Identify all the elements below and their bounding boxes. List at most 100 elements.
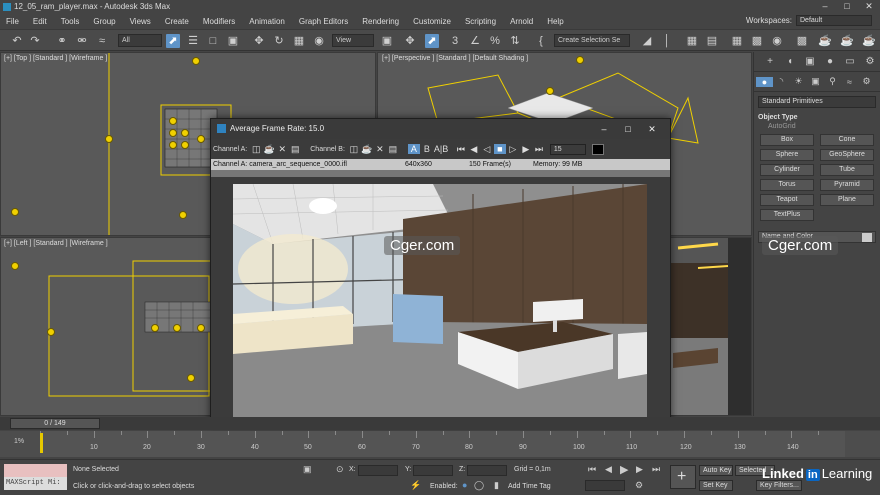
place-icon[interactable]: ◉ <box>312 34 326 48</box>
object-dot[interactable] <box>11 208 19 216</box>
object-dot[interactable] <box>181 141 189 149</box>
teapot-button[interactable]: Teapot <box>760 194 814 206</box>
close-channel-b-icon[interactable]: ✕ <box>374 144 386 155</box>
y-coord-field[interactable] <box>413 465 453 476</box>
motion-tab-icon[interactable]: ● <box>820 56 840 67</box>
object-dot[interactable] <box>546 87 554 95</box>
x-coord-field[interactable] <box>358 465 398 476</box>
go-to-start-icon[interactable]: ⏮ <box>455 144 467 155</box>
object-dot[interactable] <box>169 129 177 137</box>
color-swatch[interactable] <box>591 143 604 155</box>
object-dot[interactable] <box>169 117 177 125</box>
rotate-icon[interactable]: ↻ <box>272 34 286 48</box>
percent-snap-icon[interactable]: % <box>488 34 502 48</box>
hierarchy-tab-icon[interactable]: ▣ <box>800 56 820 67</box>
cameras-icon[interactable]: ▣ <box>807 76 824 87</box>
object-dot[interactable] <box>151 324 159 332</box>
render-setup-icon[interactable]: ▩ <box>795 34 809 48</box>
open-channel-a-icon[interactable]: ◫ <box>250 144 262 155</box>
box-button[interactable]: Box <box>760 134 814 146</box>
next-frame-icon[interactable]: ▶ <box>636 464 643 475</box>
undo-icon[interactable]: ↶ <box>10 34 24 48</box>
object-color-swatch[interactable] <box>862 233 872 242</box>
frame-rate-dropdown[interactable]: 15 <box>549 143 586 155</box>
time-configuration-icon[interactable]: ⚙ <box>635 480 643 491</box>
previous-frame-icon[interactable]: ◀ <box>468 144 480 155</box>
add-time-tag[interactable]: Add Time Tag <box>508 483 551 490</box>
previous-frame-icon[interactable]: ◀ <box>605 464 612 475</box>
close-icon[interactable]: ✕ <box>640 119 664 139</box>
cylinder-button[interactable]: Cylinder <box>760 164 814 176</box>
channel-b-toggle[interactable]: B <box>421 144 433 154</box>
menu-modifiers[interactable]: Modifiers <box>203 17 235 26</box>
workspaces-dropdown[interactable]: Default <box>796 15 872 26</box>
object-dot[interactable] <box>576 56 584 64</box>
menu-edit[interactable]: Edit <box>33 17 47 26</box>
named-selection-set-dropdown[interactable]: Create Selection Se <box>554 34 630 47</box>
set-key-button[interactable]: Set Key <box>699 480 733 491</box>
go-to-start-icon[interactable]: ⏮ <box>588 464 596 475</box>
add-time-tag-icon[interactable]: ▮ <box>494 480 499 491</box>
geometry-icon[interactable]: ● <box>756 76 773 87</box>
space-warps-icon[interactable]: ≈ <box>841 77 858 87</box>
autogrid-checkbox[interactable]: AutoGrid <box>768 123 880 130</box>
object-dot[interactable] <box>47 328 55 336</box>
menu-views[interactable]: Views <box>130 17 151 26</box>
object-dot[interactable] <box>187 374 195 382</box>
object-dot[interactable] <box>11 262 19 270</box>
object-dot[interactable] <box>105 135 113 143</box>
minimize-icon[interactable]: – <box>592 119 616 139</box>
object-dot[interactable] <box>169 141 177 149</box>
track-ruler[interactable]: 10 20 30 40 50 60 70 80 90 100 110 120 130 140 <box>40 431 845 457</box>
menu-group[interactable]: Group <box>93 17 115 26</box>
curve-editor-icon[interactable]: ▦ <box>730 34 744 48</box>
close-channel-a-icon[interactable]: ✕ <box>276 144 288 155</box>
align-icon[interactable]: │ <box>660 34 674 48</box>
render-iterative-icon[interactable]: ☕ <box>862 34 876 48</box>
scale-icon[interactable]: ▦ <box>292 34 306 48</box>
reference-coordinate-dropdown[interactable]: View <box>332 34 374 47</box>
absolute-mode-icon[interactable]: ⊙ <box>336 464 344 475</box>
lights-icon[interactable]: ☀ <box>790 76 807 87</box>
menu-help[interactable]: Help <box>547 17 563 26</box>
isolate-selection-icon[interactable]: ▣ <box>303 464 312 475</box>
menu-rendering[interactable]: Rendering <box>362 17 399 26</box>
utilities-tab-icon[interactable]: ⚙ <box>860 56 880 67</box>
time-slider[interactable]: 0 / 149 <box>0 417 880 430</box>
split-screen-toggle[interactable]: A|B <box>434 144 448 154</box>
cone-button[interactable]: Cone <box>820 134 874 146</box>
maxscript-mini-listener[interactable]: MAXScript Mi: <box>4 477 67 490</box>
object-type-rollout-title[interactable]: Object Type <box>758 114 876 121</box>
plane-button[interactable]: Plane <box>820 194 874 206</box>
minimize-icon[interactable]: – <box>814 0 836 13</box>
stop-icon[interactable]: ■ <box>493 144 506 154</box>
menu-arnold[interactable]: Arnold <box>510 17 533 26</box>
set-key-plus-button[interactable]: + <box>670 465 696 489</box>
object-dot[interactable] <box>181 129 189 137</box>
object-dot[interactable] <box>197 135 205 143</box>
menu-create[interactable]: Create <box>165 17 189 26</box>
object-dot[interactable] <box>192 57 200 65</box>
material-editor-icon[interactable]: ◉ <box>770 34 784 48</box>
redo-icon[interactable]: ↷ <box>28 34 42 48</box>
rendered-frame-window-icon[interactable]: ☕ <box>818 34 832 48</box>
display-tab-icon[interactable]: ▭ <box>840 56 860 67</box>
textplus-button[interactable]: TextPlus <box>760 209 814 221</box>
maximize-icon[interactable]: □ <box>616 119 640 139</box>
geosphere-button[interactable]: GeoSphere <box>820 149 874 161</box>
keyboard-shortcut-override-icon[interactable]: ⬈ <box>425 34 439 48</box>
modify-tab-icon[interactable]: ◖ <box>780 56 800 67</box>
auto-key-button[interactable]: Auto Key <box>699 465 733 476</box>
frame-scrollbar[interactable] <box>211 170 670 177</box>
go-to-end-icon[interactable]: ⏭ <box>533 144 545 155</box>
save-channel-a-icon[interactable]: ▤ <box>289 144 301 155</box>
tube-button[interactable]: Tube <box>820 164 874 176</box>
menu-animation[interactable]: Animation <box>249 17 285 26</box>
select-by-name-icon[interactable]: ☰ <box>186 34 200 48</box>
snap-toggle-icon[interactable]: 3 <box>448 34 462 48</box>
link-icon[interactable]: ⚭ <box>55 34 69 48</box>
current-frame-marker[interactable] <box>40 433 43 453</box>
time-tag-icon[interactable]: ◯ <box>474 480 484 491</box>
menu-scripting[interactable]: Scripting <box>465 17 496 26</box>
toggle-ribbon-icon[interactable]: ▤ <box>705 34 719 48</box>
